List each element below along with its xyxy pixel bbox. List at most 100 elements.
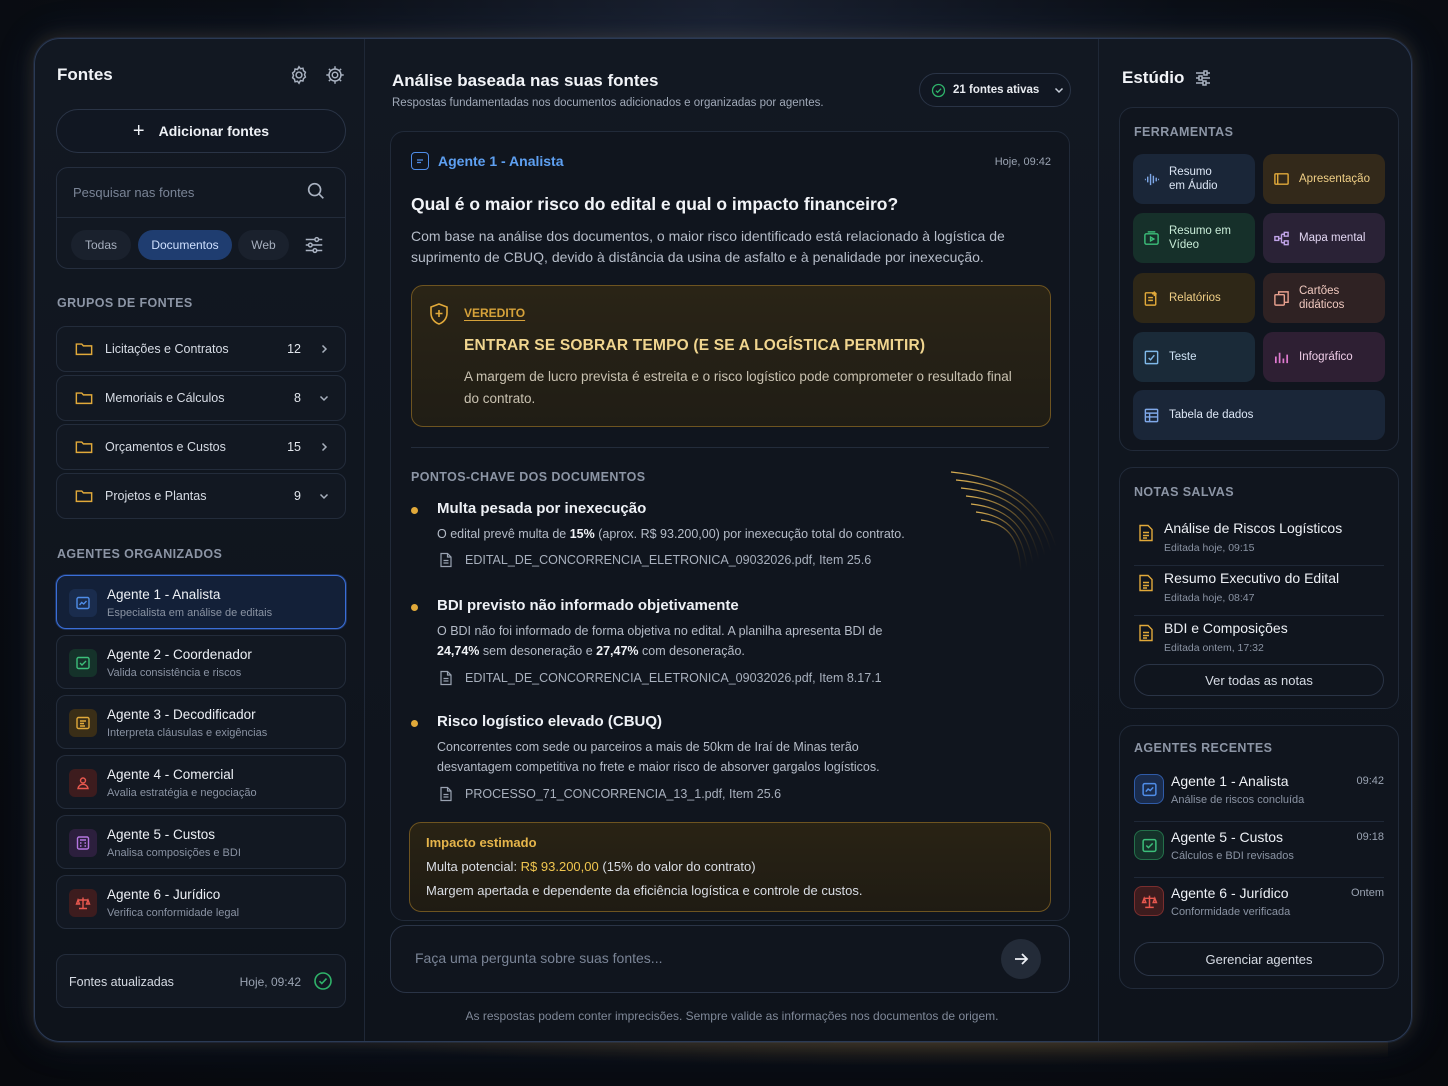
send-button[interactable] <box>1001 939 1041 979</box>
answer-time: Hoje, 09:42 <box>994 156 1051 168</box>
note-title: Análise de Riscos Logísticos <box>1164 520 1343 536</box>
source-group[interactable]: Projetos e Plantas 9 <box>56 473 346 519</box>
settings-icon[interactable] <box>288 64 310 86</box>
agents-label: AGENTES ORGANIZADOS <box>57 547 223 561</box>
recent-agent-divider <box>1134 821 1384 822</box>
updated-time: Hoje, 09:42 <box>239 975 301 989</box>
note-date: Editada hoje, 09:15 <box>1164 542 1255 554</box>
tool-relatorios[interactable]: Relatórios <box>1133 273 1255 323</box>
source-group[interactable]: Orçamentos e Custos 15 <box>56 424 346 470</box>
agent-name: Agente 2 - Coordenador <box>107 647 252 662</box>
recent-agent-item[interactable]: Agente 6 - Jurídico Conformidade verific… <box>1134 882 1384 934</box>
note-item[interactable]: BDI e Composições Editada ontem, 17:32 <box>1134 616 1384 666</box>
person-icon <box>69 769 97 797</box>
add-sources-label: Adicionar fontes <box>158 123 270 139</box>
key-point-source[interactable]: EDITAL_DE_CONCORRENCIA_ELETRONICA_090320… <box>439 552 871 568</box>
recent-agent-desc: Cálculos e BDI revisados <box>1171 850 1294 862</box>
recent-agent-desc: Conformidade verificada <box>1171 906 1291 918</box>
answer-agent-tag[interactable]: Agente 1 - Analista <box>411 152 564 170</box>
source-group[interactable]: Memoriais e Cálculos 8 <box>56 375 346 421</box>
chart-icon <box>69 589 97 617</box>
source-filename: PROCESSO_71_CONCORRENCIA_13_1.pdf, Item … <box>465 787 782 801</box>
infographic-icon <box>1274 352 1289 363</box>
recent-agent-name: Agente 5 - Custos <box>1171 829 1284 845</box>
key-point: Risco logístico elevado (CBUQ) Concorren… <box>411 713 1031 803</box>
sliders-icon[interactable] <box>1193 68 1213 88</box>
tool-label: Teste <box>1169 351 1197 363</box>
tool-resumo-audio[interactable]: Resumo em Áudio <box>1133 154 1255 204</box>
note-title: BDI e Composições <box>1164 620 1288 636</box>
key-point: Multa pesada por inexecução O edital pre… <box>411 500 1031 570</box>
sliders-icon[interactable] <box>303 234 325 256</box>
agent-badge-icon <box>411 152 429 170</box>
key-point-desc: O edital prevê multa de 15% (aprox. R$ 9… <box>437 527 905 541</box>
key-point-source[interactable]: PROCESSO_71_CONCORRENCIA_13_1.pdf, Item … <box>439 786 781 802</box>
tool-cartoes-didaticos[interactable]: Cartões didáticos <box>1263 273 1385 323</box>
document-scan-icon <box>69 709 97 737</box>
tool-resumo-video[interactable]: Resumo em Vídeo <box>1133 213 1255 263</box>
search-input[interactable]: Pesquisar nas fontes <box>73 185 194 200</box>
agent-name: Agente 1 - Analista <box>107 587 221 602</box>
key-point-desc: Concorrentes com sede ou parceiros a mai… <box>437 740 880 774</box>
search-card: Pesquisar nas fontes Todas Documentos We… <box>56 167 346 269</box>
gear-icon[interactable] <box>324 64 346 86</box>
tool-tabela-dados[interactable]: Tabela de dados <box>1133 390 1385 440</box>
agent-item-custos[interactable]: Agente 5 - Custos Analisa composições e … <box>56 815 346 869</box>
mind-map-icon <box>1274 231 1289 245</box>
note-icon <box>1139 524 1153 542</box>
agent-item-juridico[interactable]: Agente 6 - Jurídico Verifica conformidad… <box>56 875 346 929</box>
verdict-headline: ENTRAR SE SOBRAR TEMPO (E SE A LOGÍSTICA… <box>464 337 926 354</box>
disclaimer: As respostas podem conter imprecisões. S… <box>465 1009 999 1023</box>
note-item[interactable]: Resumo Executivo do Edital Editada hoje,… <box>1134 566 1384 616</box>
agent-item-decodificador[interactable]: Agente 3 - Decodificador Interpreta cláu… <box>56 695 346 749</box>
recent-agent-desc: Análise de riscos concluída <box>1171 794 1305 806</box>
note-date: Editada ontem, 17:32 <box>1164 642 1264 654</box>
recent-agent-item[interactable]: Agente 5 - Custos Cálculos e BDI revisad… <box>1134 826 1384 878</box>
groups-label: GRUPOS DE FONTES <box>57 296 193 310</box>
filter-chip-todas[interactable]: Todas <box>71 230 131 260</box>
shield-plus-icon <box>430 303 448 325</box>
recent-agent-item[interactable]: Agente 1 - Analista Análise de riscos co… <box>1134 770 1384 822</box>
tool-label: Resumo em Áudio <box>1169 166 1218 192</box>
view-all-notes-button[interactable]: Ver todas as notas <box>1134 664 1384 696</box>
question-input-box[interactable]: Faça uma pergunta sobre suas fontes... <box>390 925 1070 993</box>
calculator-icon <box>69 829 97 857</box>
chevron-down-icon <box>319 493 329 500</box>
active-sources-dropdown[interactable]: 21 fontes ativas <box>919 73 1071 107</box>
tool-label: Resumo em Vídeo <box>1169 225 1231 251</box>
verdict-label: VEREDITO <box>464 306 526 320</box>
filter-chip-documentos[interactable]: Documentos <box>138 230 232 260</box>
tool-label: Infográfico <box>1299 351 1353 363</box>
recent-agent-name: Agente 6 - Jurídico <box>1171 885 1289 901</box>
tool-apresentacao[interactable]: Apresentação <box>1263 154 1385 204</box>
recent-agent-name: Agente 1 - Analista <box>1171 773 1289 789</box>
chart-icon <box>1134 774 1164 804</box>
tool-teste[interactable]: Teste <box>1133 332 1255 382</box>
question-input[interactable]: Faça uma pergunta sobre suas fontes... <box>415 950 662 966</box>
agent-name: Agente 4 - Comercial <box>107 767 234 782</box>
agent-desc: Valida consistência e riscos <box>107 667 242 679</box>
agent-item-analista[interactable]: Agente 1 - Analista Especialista em anál… <box>56 575 346 629</box>
key-point: BDI previsto não informado objetivamente… <box>411 597 1031 687</box>
tool-infografico[interactable]: Infográfico <box>1263 332 1385 382</box>
check-square-icon <box>69 649 97 677</box>
agent-item-coordenador[interactable]: Agente 2 - Coordenador Valida consistênc… <box>56 635 346 689</box>
recent-agent-divider <box>1134 877 1384 878</box>
source-group[interactable]: Licitações e Contratos 12 <box>56 326 346 372</box>
sources-title: Fontes <box>57 65 113 84</box>
key-point-source[interactable]: EDITAL_DE_CONCORRENCIA_ELETRONICA_090320… <box>439 670 882 686</box>
tool-mapa-mental[interactable]: Mapa mental <box>1263 213 1385 263</box>
folder-icon <box>75 392 93 405</box>
manage-agents-button[interactable]: Gerenciar agentes <box>1134 942 1384 976</box>
note-item[interactable]: Análise de Riscos Logísticos Editada hoj… <box>1134 516 1384 566</box>
add-sources-button[interactable]: + Adicionar fontes <box>56 109 346 153</box>
sources-updated-status: Fontes atualizadas Hoje, 09:42 <box>56 954 346 1008</box>
agent-item-comercial[interactable]: Agente 4 - Comercial Avalia estratégia e… <box>56 755 346 809</box>
key-point-title: BDI previsto não informado objetivamente <box>437 597 739 614</box>
group-name: Licitações e Contratos <box>105 342 229 356</box>
bullet-dot <box>411 507 418 514</box>
search-icon[interactable] <box>305 180 327 202</box>
recent-agents-label: AGENTES RECENTES <box>1134 741 1273 755</box>
chevron-right-icon <box>321 442 328 452</box>
filter-chip-web[interactable]: Web <box>238 230 289 260</box>
